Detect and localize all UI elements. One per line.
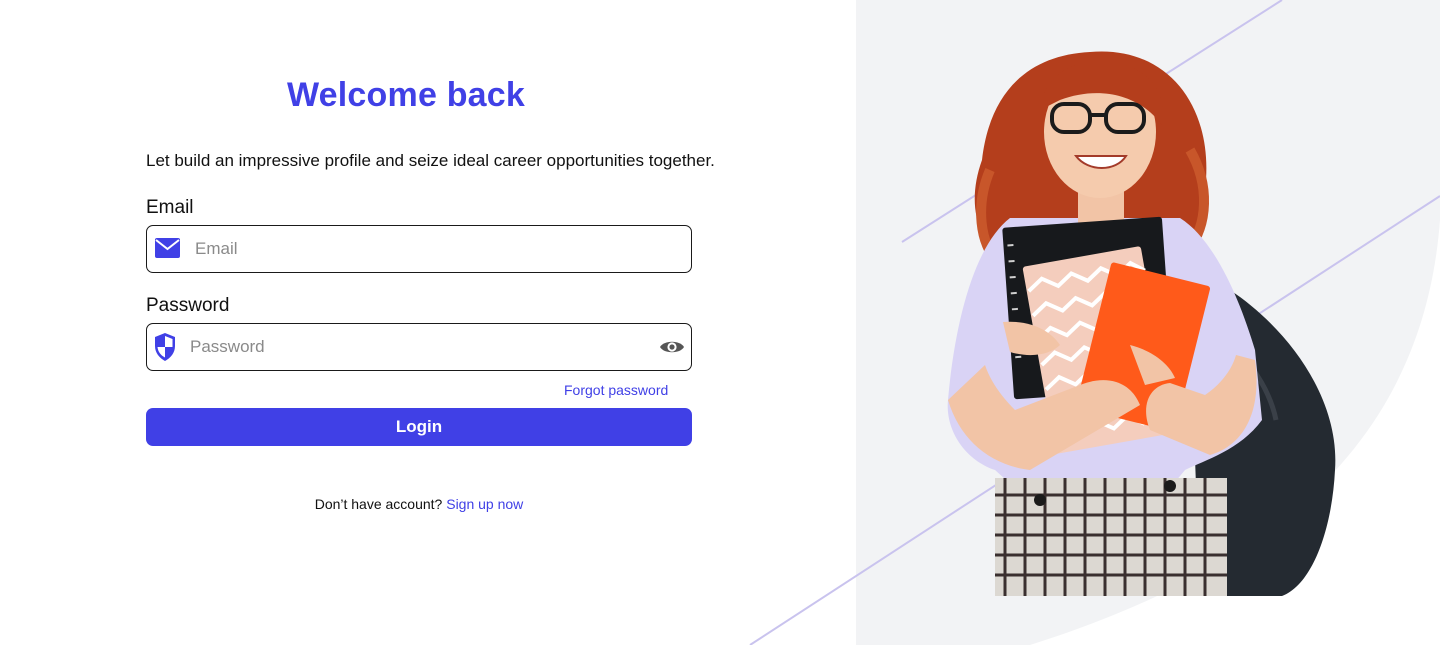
eye-icon[interactable]	[659, 338, 685, 356]
email-field-container	[146, 225, 692, 273]
signup-prompt: Don’t have account?	[314, 496, 443, 512]
password-label: Password	[146, 295, 230, 316]
page-subtitle: Let build an impressive profile and seiz…	[146, 151, 715, 170]
email-input[interactable]	[195, 226, 675, 271]
login-button[interactable]: Login	[146, 408, 692, 446]
login-panel: Welcome back Let build an impressive pro…	[0, 0, 856, 645]
page-title: Welcome back	[287, 76, 525, 114]
password-field-container	[146, 323, 692, 371]
signup-link[interactable]: Sign up now	[446, 496, 523, 512]
hero-panel	[856, 0, 1440, 645]
email-label: Email	[146, 197, 194, 218]
signup-row: Don’t have account? Sign up now	[146, 496, 692, 512]
shield-icon	[155, 333, 175, 361]
mail-icon	[155, 238, 180, 258]
forgot-password-link[interactable]: Forgot password	[564, 382, 668, 398]
password-input[interactable]	[190, 324, 650, 369]
